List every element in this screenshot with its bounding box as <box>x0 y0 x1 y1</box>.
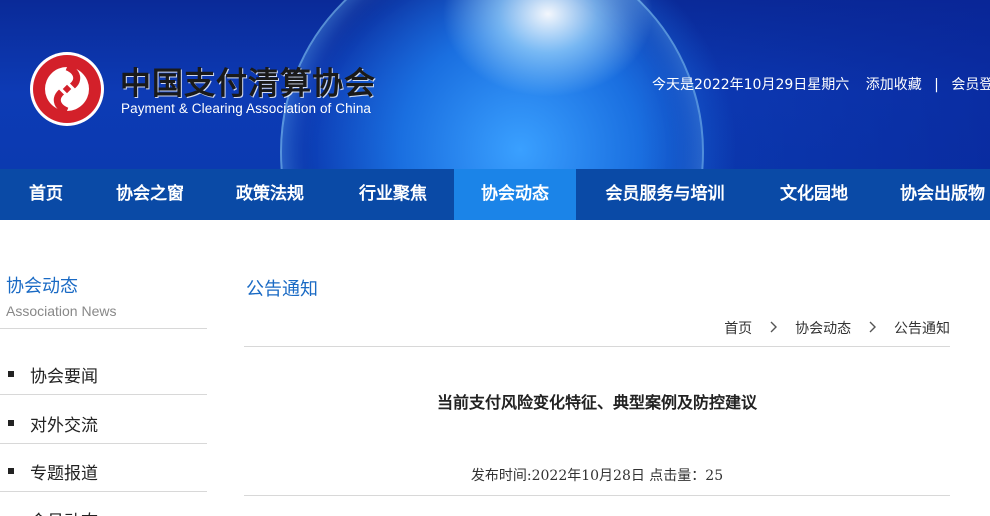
sidebar-item-label: 会员动态 <box>30 507 98 516</box>
breadcrumb-home[interactable]: 首页 <box>724 321 752 337</box>
association-logo-icon[interactable] <box>28 50 106 128</box>
member-login-link[interactable]: 会员登录 <box>951 77 990 93</box>
sidebar-item-label: 协会要闻 <box>30 367 98 387</box>
sidebar-item-news[interactable]: 协会要闻 <box>0 354 207 394</box>
breadcrumb: 首页 协会动态 公告通知 <box>724 318 950 338</box>
nav-item-policy[interactable]: 政策法规 <box>208 169 332 220</box>
sidebar-subtitle: Association News <box>6 303 117 319</box>
nav-item-member-service[interactable]: 会员服务与培训 <box>576 169 754 220</box>
content-divider <box>244 346 950 347</box>
nav-item-culture[interactable]: 文化园地 <box>754 169 874 220</box>
breadcrumb-notices[interactable]: 公告通知 <box>894 321 950 337</box>
square-bullet-icon <box>8 371 14 377</box>
page-heading: 公告通知 <box>246 279 318 300</box>
article-meta: 发布时间:2022年10月28日 点击量：25 <box>470 468 724 484</box>
nav-item-industry[interactable]: 行业聚焦 <box>332 169 454 220</box>
site-subtitle: Payment & Clearing Association of China <box>121 101 372 116</box>
breadcrumb-news[interactable]: 协会动态 <box>795 321 851 337</box>
link-separator: | <box>934 77 939 93</box>
nav-item-home[interactable]: 首页 <box>0 169 92 220</box>
add-bookmark-link[interactable]: 添加收藏 <box>866 77 922 93</box>
sidebar-item-exchange[interactable]: 对外交流 <box>0 403 207 443</box>
article-title: 当前支付风险变化特征、典型案例及防控建议 <box>436 393 757 412</box>
nav-item-about[interactable]: 协会之窗 <box>92 169 208 220</box>
square-bullet-icon <box>8 420 14 426</box>
sidebar-item-member-news[interactable]: 会员动态 <box>0 499 207 516</box>
top-links: 今天是2022年10月29日星期六 添加收藏 | 会员登录 <box>652 74 990 94</box>
nav-item-publications[interactable]: 协会出版物 <box>874 169 990 220</box>
square-bullet-icon <box>8 468 14 474</box>
chevron-right-icon <box>770 321 777 333</box>
sidebar-title: 协会动态 <box>6 276 78 297</box>
sidebar-item-label: 专题报道 <box>30 464 98 484</box>
nav-item-news[interactable]: 协会动态 <box>454 169 576 220</box>
header-banner: 中国支付清算协会 Payment & Clearing Association … <box>0 0 990 169</box>
site-title: 中国支付清算协会 <box>120 66 376 102</box>
date-text: 今天是2022年10月29日星期六 <box>652 77 850 93</box>
sidebar-item-label: 对外交流 <box>30 416 98 436</box>
chevron-right-icon <box>869 321 876 333</box>
sidebar-item-special[interactable]: 专题报道 <box>0 451 207 491</box>
sidebar-divider <box>0 328 207 329</box>
main-nav: 首页 协会之窗 政策法规 行业聚焦 协会动态 会员服务与培训 文化园地 协会出版… <box>0 169 990 220</box>
content-divider <box>244 495 950 496</box>
